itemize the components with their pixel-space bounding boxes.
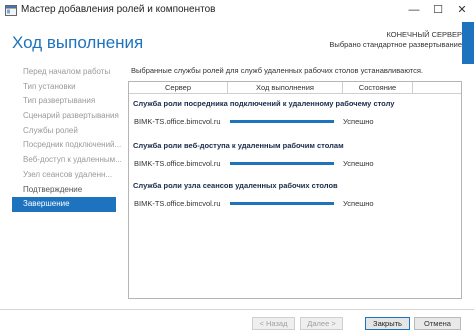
results-list: Сервер Ход выполнения Состояние Служба р…	[128, 81, 462, 299]
main-content: Выбранные службы ролей для служб удаленн…	[128, 66, 462, 75]
role-group-title: Служба роли узла сеансов удаленных рабоч…	[133, 181, 338, 190]
window-title: Мастер добавления ролей и компонентов	[21, 4, 216, 15]
progress-bar	[230, 202, 334, 205]
nav-item-completion[interactable]: Завершение	[12, 197, 116, 212]
table-row: BIMK-TS.office.bimcvol.ru Успешно	[133, 159, 458, 173]
footer-divider	[0, 309, 474, 310]
row-status: Успешно	[343, 159, 374, 168]
nav-item-deployment-type: Тип развертывания	[23, 96, 96, 106]
nav-item-installation-type: Тип установки	[23, 81, 76, 91]
role-group-connection-broker: Служба роли посредника подключений к уда…	[133, 99, 458, 131]
table-row: BIMK-TS.office.bimcvol.ru Успешно	[133, 199, 458, 213]
deployment-type-label: Выбрано стандартное развертывание	[329, 40, 462, 49]
nav-item-connection-broker: Посредник подключений...	[23, 140, 122, 150]
title-bar: Мастер добавления ролей и компонентов — …	[0, 0, 474, 22]
role-group-web-access: Служба роли веб-доступа к удаленным рабо…	[133, 141, 458, 173]
nav-item-before-you-begin: Перед началом работы	[23, 67, 111, 76]
wizard-header: Ход выполнения КОНЕЧНЫЙ СЕРВЕР Выбрано с…	[0, 22, 474, 64]
nav-item-deployment-scenario: Сценарий развертывания	[23, 111, 119, 121]
minimize-icon[interactable]: —	[402, 0, 426, 20]
role-group-title: Служба роли веб-доступа к удаленным рабо…	[133, 141, 344, 150]
intro-text: Выбранные службы ролей для служб удаленн…	[131, 66, 424, 75]
nav-item-web-access: Веб-доступ к удаленным...	[23, 155, 122, 165]
row-server-name: BIMK-TS.office.bimcvol.ru	[134, 199, 221, 208]
progress-bar	[230, 162, 334, 165]
close-button[interactable]: Закрыть	[365, 317, 410, 330]
close-icon[interactable]: ✕	[450, 0, 474, 20]
destination-server-label: КОНЕЧНЫЙ СЕРВЕР	[386, 30, 463, 39]
column-header-server[interactable]: Сервер	[129, 82, 228, 94]
role-group-session-host: Служба роли узла сеансов удаленных рабоч…	[133, 181, 458, 213]
nav-item-session-host: Узел сеансов удаленн...	[23, 169, 113, 179]
progress-bar	[230, 120, 334, 123]
destination-server-info: КОНЕЧНЫЙ СЕРВЕР Выбрано стандартное разв…	[329, 30, 462, 50]
wizard-steps-nav: Перед началом работы Тип установки Тип р…	[12, 65, 122, 212]
column-header-progress[interactable]: Ход выполнения	[228, 82, 343, 94]
cancel-button[interactable]: Отмена	[414, 317, 461, 330]
row-server-name: BIMK-TS.office.bimcvol.ru	[134, 117, 221, 126]
progress-bar-fill	[230, 162, 334, 165]
wizard-app-icon	[5, 5, 17, 16]
column-header-status[interactable]: Состояние	[343, 82, 413, 94]
back-button[interactable]: < Назад	[252, 317, 295, 330]
role-group-title: Служба роли посредника подключений к уда…	[133, 99, 395, 108]
progress-bar-fill	[230, 202, 334, 205]
row-server-name: BIMK-TS.office.bimcvol.ru	[134, 159, 221, 168]
header-accent-bar	[462, 22, 474, 64]
progress-bar-fill	[230, 120, 334, 123]
table-row: BIMK-TS.office.bimcvol.ru Успешно	[133, 117, 458, 131]
maximize-icon[interactable]: ☐	[426, 0, 450, 20]
column-header-filler	[413, 82, 461, 94]
next-button[interactable]: Далее >	[300, 317, 343, 330]
nav-item-role-services: Службы ролей	[23, 125, 78, 135]
nav-item-confirmation[interactable]: Подтверждение	[12, 183, 116, 198]
page-title: Ход выполнения	[12, 33, 144, 52]
row-status: Успешно	[343, 117, 374, 126]
row-status: Успешно	[343, 199, 374, 208]
